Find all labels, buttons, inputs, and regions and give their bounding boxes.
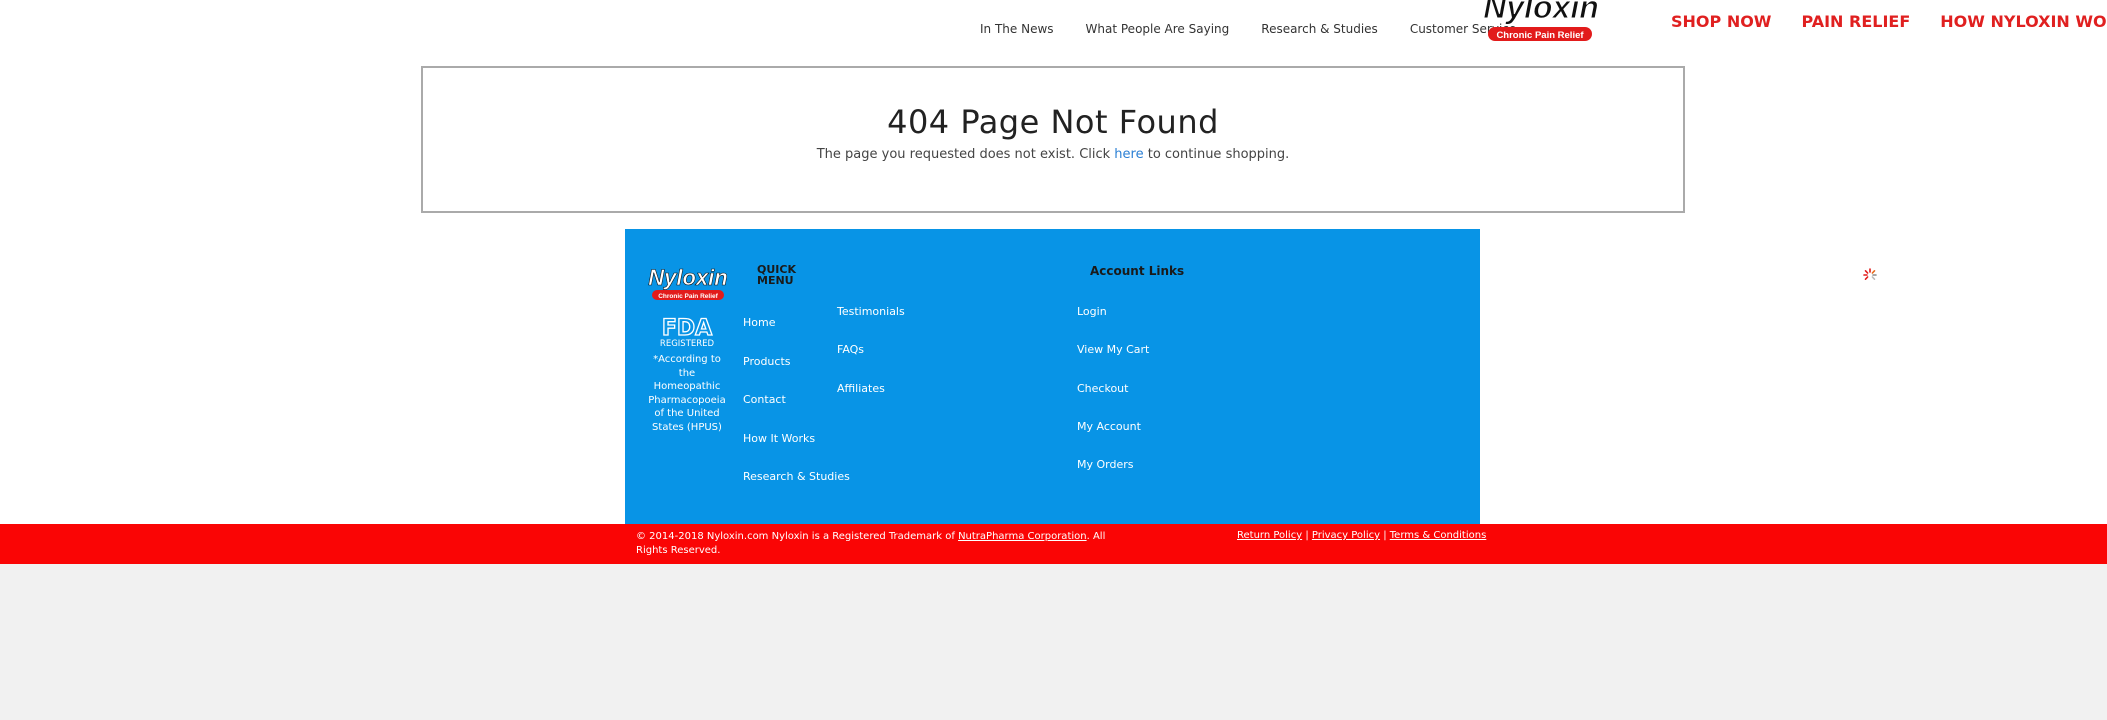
fda-registered-badge: FDA REGISTERED (660, 315, 715, 348)
not-found-box: 404 Page Not Found The page you requeste… (421, 66, 1685, 213)
fda-note: *According to the Homeopathic Pharmacopo… (648, 354, 726, 433)
terms-conditions-link[interactable]: Terms & Conditions (1390, 530, 1487, 541)
footer-link-research-studies[interactable]: Research & Studies (743, 470, 850, 509)
copyright-notice: © 2014-2018 Nyloxin.com Nyloxin is a Reg… (636, 530, 1116, 557)
footer-link-my-orders[interactable]: My Orders (1077, 458, 1149, 496)
footer-link-faqs[interactable]: FAQs (837, 343, 905, 381)
header-logo-tagline: Chronic Pain Relief (1496, 30, 1584, 41)
quick-menu-title: QUICK MENU (757, 263, 796, 287)
page-title: 404 Page Not Found (887, 103, 1219, 141)
footer-link-my-account[interactable]: My Account (1077, 420, 1149, 458)
footer-logo-tagline: Chronic Pain Relief (658, 293, 718, 300)
nav-shop-now[interactable]: SHOP NOW (1671, 12, 1771, 31)
policy-links: Return Policy | Privacy Policy | Terms &… (1237, 530, 1486, 541)
footer-link-affiliates[interactable]: Affiliates (837, 382, 905, 420)
footer-logo[interactable]: Nyloxin Chronic Pain Relief (648, 263, 728, 303)
footer-link-login[interactable]: Login (1077, 305, 1149, 343)
nav-in-the-news[interactable]: In The News (980, 22, 1054, 36)
bottom-bar: © 2014-2018 Nyloxin.com Nyloxin is a Reg… (0, 524, 2107, 564)
account-links-title: Account Links (1090, 264, 1185, 278)
policy-separator: | (1380, 530, 1390, 541)
footer: Nyloxin Chronic Pain Relief FDA REGISTER… (625, 229, 1480, 524)
header-logo-name: Nyloxin (1483, 0, 1599, 25)
top-nav: In The News What People Are Saying Resea… (980, 22, 1548, 36)
nav-research-studies[interactable]: Research & Studies (1261, 22, 1378, 36)
footer-link-home[interactable]: Home (743, 316, 850, 355)
footer-link-contact[interactable]: Contact (743, 393, 850, 432)
nav-pain-relief[interactable]: PAIN RELIEF (1801, 12, 1910, 31)
nav-what-people-are-saying[interactable]: What People Are Saying (1086, 22, 1230, 36)
not-found-text-before: The page you requested does not exist. C… (816, 147, 1115, 162)
footer-link-checkout[interactable]: Checkout (1077, 382, 1149, 420)
spinner-icon[interactable] (1858, 263, 1882, 287)
continue-shopping-link[interactable]: here (1114, 147, 1143, 162)
footer-link-view-my-cart[interactable]: View My Cart (1077, 343, 1149, 381)
header-logo[interactable]: Nyloxin Chronic Pain Relief (1482, 0, 1600, 44)
footer-link-products[interactable]: Products (743, 355, 850, 394)
footer-logo-name: Nyloxin (648, 265, 727, 290)
privacy-policy-link[interactable]: Privacy Policy (1312, 530, 1380, 541)
quick-menu-column-2: Testimonials FAQs Affiliates (837, 305, 905, 420)
footer-link-how-it-works[interactable]: How It Works (743, 432, 850, 471)
copyright-text-before: © 2014-2018 Nyloxin.com Nyloxin is a Reg… (636, 531, 959, 542)
main-nav: SHOP NOW PAIN RELIEF HOW NYLOXIN WORKS (1671, 12, 2107, 31)
nav-how-nyloxin-works[interactable]: HOW NYLOXIN WORKS (1940, 12, 2107, 31)
footer-link-testimonials[interactable]: Testimonials (837, 305, 905, 343)
fda-mark: FDA (662, 316, 712, 341)
policy-separator: | (1302, 530, 1312, 541)
account-links-column: Login View My Cart Checkout My Account M… (1077, 305, 1149, 496)
quick-menu-column-1: Home Products Contact How It Works Resea… (743, 316, 850, 509)
not-found-message: The page you requested does not exist. C… (423, 147, 1683, 162)
nutrapharma-link[interactable]: NutraPharma Corporation (958, 531, 1087, 542)
return-policy-link[interactable]: Return Policy (1237, 530, 1302, 541)
fda-label: REGISTERED (660, 339, 715, 348)
not-found-text-after: to continue shopping. (1143, 147, 1290, 162)
